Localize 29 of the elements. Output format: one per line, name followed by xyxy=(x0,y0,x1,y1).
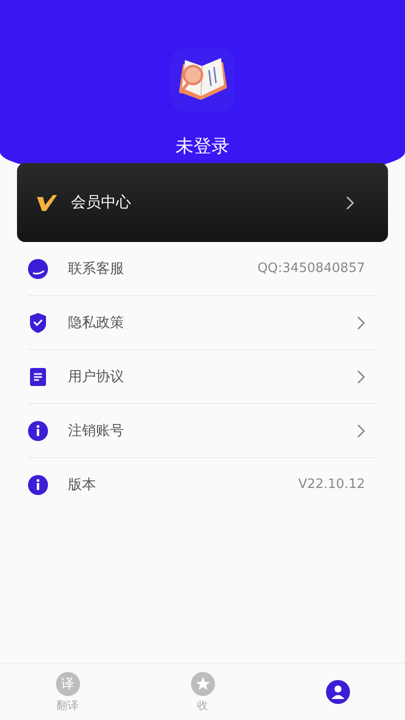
person-icon xyxy=(326,680,350,704)
tab-label: 翻译 xyxy=(56,698,78,712)
login-status[interactable]: 未登录 xyxy=(176,134,230,158)
document-icon xyxy=(28,366,48,386)
translate-icon: 译 xyxy=(56,672,80,696)
menu-label: 注销账号 xyxy=(68,422,125,440)
menu-item[interactable]: 用户协议 xyxy=(28,350,377,404)
menu-label: 隐私政策 xyxy=(68,314,125,332)
menu-label: 版本 xyxy=(68,476,97,494)
menu-item[interactable]: 隐私政策 xyxy=(28,296,377,350)
menu-item[interactable]: 版本 V22.10.12 xyxy=(28,458,377,511)
vip-center-card[interactable]: 会员中心 xyxy=(17,163,388,242)
chevron-right-icon xyxy=(357,370,365,384)
vip-center-label: 会员中心 xyxy=(71,193,132,212)
menu-value: QQ:3450840857 xyxy=(257,261,365,276)
shield-check-icon xyxy=(28,312,48,332)
chevron-right-icon xyxy=(346,196,354,210)
menu-label: 联系客服 xyxy=(68,260,125,278)
info-icon xyxy=(28,474,48,494)
chevron-right-icon xyxy=(357,316,365,330)
menu-item[interactable]: 联系客服 QQ:3450840857 xyxy=(28,242,377,296)
menu-value: V22.10.12 xyxy=(298,477,365,492)
menu-item[interactable]: 注销账号 xyxy=(28,404,377,458)
menu-label: 用户协议 xyxy=(68,368,125,386)
tab-label: 收 xyxy=(197,698,208,712)
info-icon xyxy=(28,420,48,440)
v-icon xyxy=(37,194,57,210)
app-logo-icon xyxy=(170,48,234,112)
chevron-right-icon xyxy=(357,424,365,438)
